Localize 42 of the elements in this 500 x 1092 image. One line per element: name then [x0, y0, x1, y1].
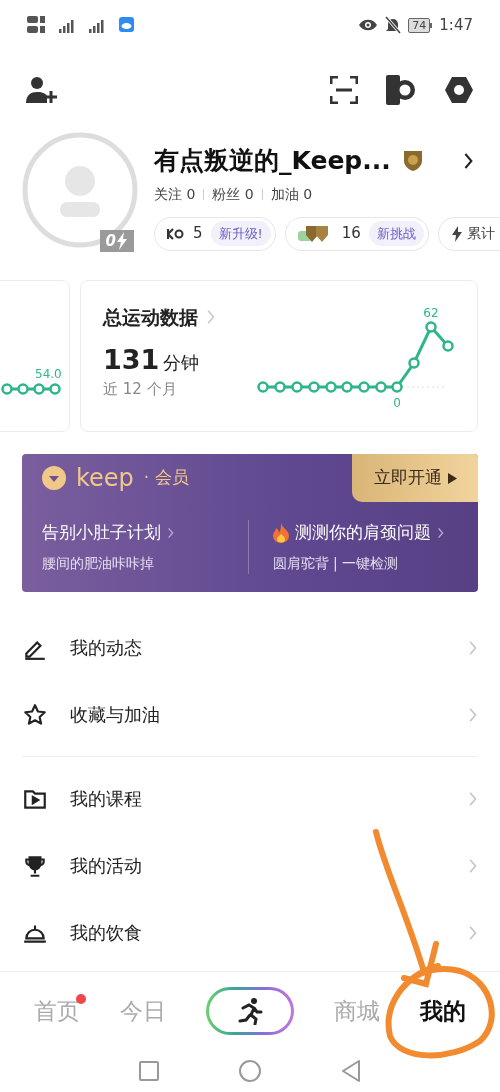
follow-stat[interactable]: 粉丝 0	[212, 183, 254, 205]
period-label: 近 12 个月	[103, 378, 178, 400]
menu-item[interactable]: 收藏与加油	[22, 681, 478, 748]
menu-item[interactable]: 我的动态	[22, 614, 478, 681]
promo-subtitle: 腰间的肥油咔咔掉	[42, 554, 155, 574]
promo-title[interactable]: 告别小肚子计划	[42, 519, 161, 546]
menu-item[interactable]: 我的活动	[22, 832, 478, 899]
chart-label: 0	[393, 396, 401, 410]
menu-label: 我的动态	[70, 636, 142, 660]
stat-chip[interactable]: 5 新升级!	[154, 216, 276, 251]
clock-time: 1:47	[439, 14, 473, 36]
menu-label: 收藏与加油	[70, 703, 160, 727]
menu-label: 我的课程	[70, 787, 142, 811]
keep-brand: keep	[76, 466, 134, 490]
stat-chip[interactable]: 累计	[437, 216, 500, 251]
promo-subtitle: 圆肩驼背 | 一键检测	[272, 554, 400, 574]
chip-count: 16	[341, 223, 361, 245]
card-title: 总运动数据	[103, 305, 198, 330]
menu-label: 我的饮食	[70, 921, 142, 945]
chip-tag: 新挑战	[368, 220, 424, 247]
avatar-energy-badge: 0	[99, 230, 134, 252]
menu-label: 我的活动	[70, 854, 142, 878]
menu-item[interactable]: 我的课程	[22, 765, 478, 832]
membership-banner[interactable]: keep · 会员 立即开通 告别小肚子计划 腰间的肥油咔咔掉 测测你的肩颈问题 圆肩驼背 | 一键检测	[22, 454, 478, 592]
member-label: · 会员	[143, 466, 189, 490]
menu-item[interactable]: 我的饮食	[22, 899, 478, 966]
follow-stat[interactable]: 关注 0	[154, 183, 196, 205]
minutes-unit: 分钟	[163, 350, 200, 375]
chart-label: 62	[423, 306, 439, 320]
chip-label: 累计	[466, 224, 496, 243]
activate-button[interactable]: 立即开通	[352, 454, 478, 502]
promo-title[interactable]: 测测你的肩颈问题	[294, 519, 431, 546]
follow-stat[interactable]: 加油 0	[270, 183, 313, 205]
chip-tag: 新升级!	[210, 220, 271, 247]
stat-chip[interactable]: 16 新挑战	[284, 216, 429, 251]
user-name: 有点叛逆的_Keep...	[154, 145, 391, 177]
battery-indicator: 74	[408, 17, 433, 33]
stats-card[interactable]: 总运动数据 131 分钟 近 12 个月 62 0	[80, 280, 478, 432]
minutes-value: 131	[103, 345, 160, 373]
chart-label: 54.0	[35, 366, 62, 383]
chip-count: 5	[193, 223, 203, 245]
nav-tab[interactable]: 我的	[420, 993, 466, 1029]
